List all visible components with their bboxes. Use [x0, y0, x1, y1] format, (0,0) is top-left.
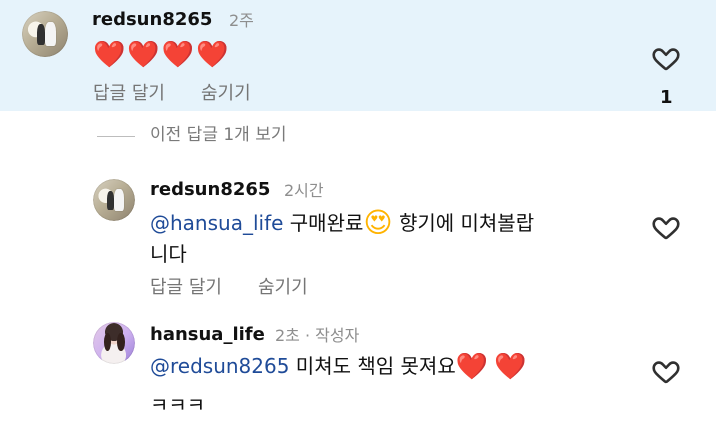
avatar[interactable]	[93, 322, 135, 364]
comment-meta: 2초 · 작성자	[275, 328, 359, 344]
view-previous-replies-button[interactable]: 이전 답글 1개 보기	[150, 127, 287, 144]
reply-button[interactable]: 답글 달기	[150, 279, 222, 297]
hide-button[interactable]: 숨기기	[258, 279, 308, 297]
bride-figure-icon	[114, 189, 124, 211]
like-heart-icon[interactable]	[651, 212, 681, 242]
mention-link[interactable]: @redsun8265	[150, 354, 289, 378]
comment-text-before-emoji: 미쳐도 책임 못져요	[289, 354, 456, 378]
groom-figure-icon	[37, 23, 46, 46]
reply-button[interactable]: 답글 달기	[93, 85, 165, 103]
comment-text-line-2: ㅋㅋㅋ	[150, 393, 206, 417]
avatar[interactable]	[22, 11, 68, 57]
comment-username[interactable]: redsun8265	[92, 11, 212, 29]
comment-text-line-1: @redsun8265 미쳐도 책임 못져요❤️ ❤️	[150, 353, 526, 381]
comment-text-before-emoji: 구매완료	[283, 211, 364, 235]
like-heart-icon[interactable]	[651, 43, 681, 73]
comment-hearts: ❤️❤️❤️❤️	[93, 40, 231, 70]
author-label: · 작성자	[299, 326, 360, 345]
comment-time: 2시간	[284, 181, 324, 200]
comment-text-line-2: 니다	[150, 242, 187, 266]
hair-icon	[117, 333, 125, 351]
comment-time: 2초	[275, 326, 300, 345]
mention-link[interactable]: @hansua_life	[150, 211, 283, 235]
groom-figure-icon	[106, 190, 115, 211]
hair-icon	[103, 333, 111, 351]
comment-text-after-emoji: 향기에 미쳐볼랍	[392, 211, 535, 235]
like-count: 1	[660, 87, 673, 108]
comment-reply-2: hansua_life 2초 · 작성자 @redsun8265 미쳐도 책임 …	[0, 319, 716, 425]
like-heart-icon[interactable]	[651, 356, 681, 386]
comment-reply-1: redsun8265 2시간 @hansua_life 구매완료😍 향기에 미쳐…	[0, 176, 716, 301]
replies-divider	[97, 136, 135, 137]
comment-username[interactable]: hansua_life	[150, 326, 265, 344]
red-heart-emoji-icon: ❤️	[455, 352, 489, 382]
hide-button[interactable]: 숨기기	[201, 85, 251, 103]
red-heart-emoji-icon: ❤️	[494, 352, 527, 382]
profile-avatar-icon	[93, 322, 135, 364]
comment-username[interactable]: redsun8265	[150, 181, 270, 199]
heart-eyes-emoji-icon: 😍	[363, 206, 393, 239]
avatar[interactable]	[93, 179, 135, 221]
comment-text-line-1: @hansua_life 구매완료😍 향기에 미쳐볼랍	[150, 209, 534, 238]
bride-figure-icon	[45, 22, 56, 46]
comment-time: 2주	[229, 11, 254, 30]
comment-highlighted: redsun8265 2주 ❤️❤️❤️❤️ 답글 달기 숨기기 1	[0, 0, 716, 111]
